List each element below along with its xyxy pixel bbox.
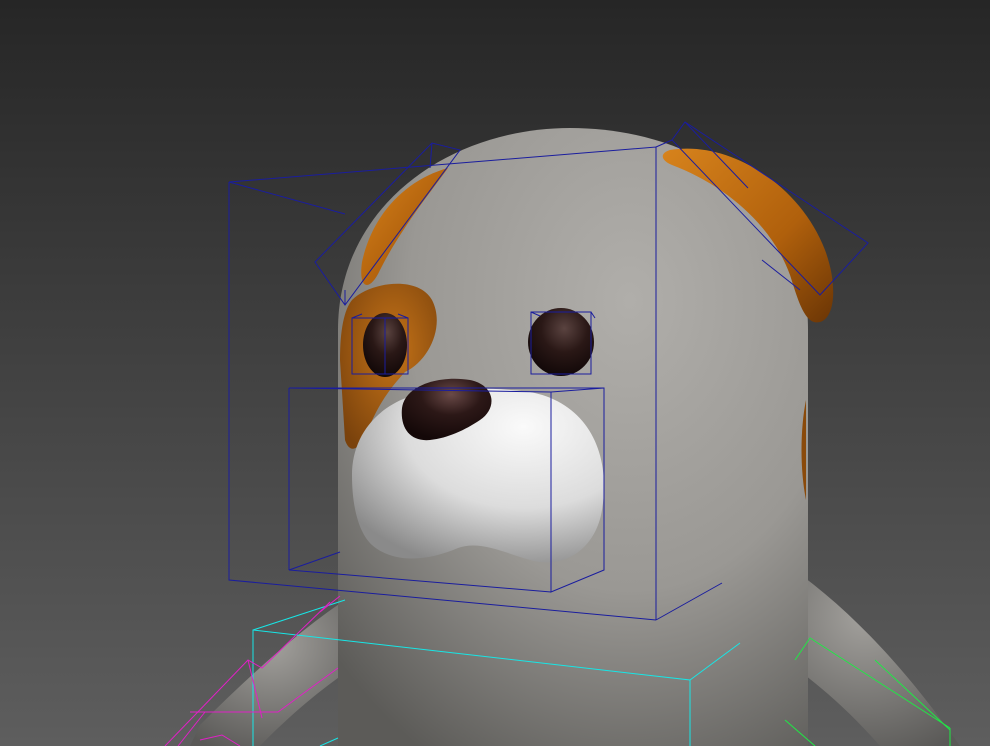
3d-viewport[interactable] — [0, 0, 990, 746]
viewport-canvas — [0, 0, 990, 746]
right-eye[interactable] — [528, 308, 594, 376]
